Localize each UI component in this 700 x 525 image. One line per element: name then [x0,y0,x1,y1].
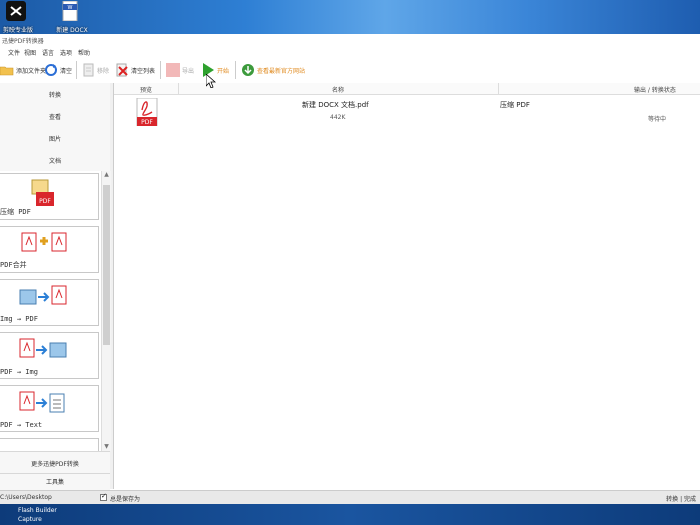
toolbox-tab[interactable]: 工具集 [0,473,110,490]
scrollbar-thumb[interactable] [103,185,110,345]
svg-text:PDF: PDF [141,119,153,126]
conversion-status: 等待中 [648,116,667,123]
save-option-checkbox[interactable] [100,492,107,501]
menu-file[interactable]: 文件 [8,48,20,57]
tool-image-to-pdf[interactable]: Img → PDF [0,279,99,326]
tool-label: PDF → Img [0,368,38,376]
menu-language[interactable]: 语言 [42,48,54,57]
sidebar-category-image[interactable]: 图片 [0,127,110,150]
menu-help[interactable]: 帮助 [78,48,90,57]
pdf-to-text-icon [19,391,65,413]
globe-download-icon [242,64,254,76]
table-row[interactable]: PDF 新建 DOCX 文档.pdf 442K 压缩 PDF 等待中 [114,95,700,127]
tool-label: 压缩 PDF [0,208,31,216]
title-bar: 迅捷PDF转换器 [0,34,700,46]
category-label: 转换 [48,92,61,99]
tool-compress-pdf[interactable]: PDF 压缩 PDF [0,173,99,220]
sidebar-category-convert[interactable]: 转换 [0,83,110,106]
tool-pdf-to-text[interactable]: PDF → Text [0,385,99,432]
column-separator[interactable] [498,83,499,94]
status-bar: C:\Users\Desktop 总是保存为 转换 | 完成 [0,490,700,505]
compress-pdf-icon: PDF [31,179,54,206]
clear-list-button[interactable]: 清空列表 [115,60,155,80]
column-header-name[interactable]: 名称 [332,85,344,94]
sidebar-category-view[interactable]: 查看 [0,105,110,128]
menu-bar: 文件 视图 语言 选项 帮助 [0,46,700,57]
add-folder-button[interactable]: 添加文件夹 [0,60,46,80]
merge-pdf-icon [21,232,67,252]
word-document-icon: W [62,1,78,21]
mouse-cursor-icon [206,74,216,88]
category-label: 查看 [48,114,61,121]
tool-label: Img → PDF [0,315,38,323]
remove-button[interactable]: 移除 [81,60,109,80]
delete-x-icon [116,63,128,77]
more-tools-link[interactable]: 更多迅捷PDF转换 [0,451,110,474]
desktop-taskbar-area: Flash Builder Capture [0,504,700,525]
capcut-icon [6,1,26,21]
desktop-background: 剪映专业版 W 新建 DOCX [0,0,700,34]
category-label: 图片 [48,136,61,143]
file-size: 442K [330,114,346,121]
toolbar-separator [160,61,161,79]
more-tools-label: 更多迅捷PDF转换 [31,461,79,468]
toolbar-separator [235,61,236,79]
desktop-icon-capcut[interactable]: 剪映专业版 [0,0,34,34]
column-separator[interactable] [178,83,179,94]
menu-options[interactable]: 选项 [60,48,72,57]
svg-text:PDF: PDF [39,198,51,205]
tool-merge-pdf[interactable]: PDF合并 [0,226,99,273]
operation-type: 压缩 PDF [500,101,530,109]
clear-button[interactable]: 清空 [44,60,72,80]
sidebar-category-document[interactable]: 文档 [0,149,110,172]
tool-label: PDF合并 [0,261,27,269]
export-icon [166,63,180,77]
file-list: 预览 名称 输出 / 转换状态 PDF 新建 DOCX 文档.pdf 442K … [114,83,700,489]
desktop-icon-word-doc[interactable]: W 新建 DOCX [54,0,88,34]
tool-pdf-to-image[interactable]: PDF → Img [0,332,99,379]
image-to-pdf-icon [19,285,67,305]
start-label: 开始 [217,67,230,75]
clear-list-label: 清空列表 [131,67,156,75]
folder-icon [0,66,14,76]
toolbar: 添加文件夹 清空 移除 清空列表 导出 开始 查看最新官方网站 [0,57,700,84]
desktop-icon-label: 新建 DOCX [56,27,88,34]
category-label: 文档 [48,158,61,165]
column-header-preview[interactable]: 预览 [140,85,152,94]
column-header-status[interactable]: 输出 / 转换状态 [634,85,676,94]
taskbar-item[interactable]: Capture [18,516,42,523]
taskbar-item[interactable]: Flash Builder [18,507,57,514]
file-name: 新建 DOCX 文档.pdf [302,101,369,109]
save-option-label: 总是保存为 [110,496,141,503]
tool-partial[interactable] [0,438,99,451]
add-folder-label: 添加文件夹 [16,67,47,75]
status-summary: 转换 | 完成 [666,496,696,503]
remove-label: 移除 [97,67,110,75]
svg-text:W: W [68,5,73,11]
sidebar: 转换 查看 图片 文档 PDF 压缩 PDF PDF合并 Img → PDF P… [0,83,114,490]
pdf-to-image-icon [19,338,67,358]
desktop-icon-label: 剪映专业版 [2,27,33,34]
scroll-down-arrow-icon[interactable]: ▼ [103,443,110,451]
download-latest-label: 查看最新官方网站 [257,67,306,75]
download-latest-button[interactable]: 查看最新官方网站 [241,60,305,80]
output-path[interactable]: C:\Users\Desktop [0,494,52,501]
menu-view[interactable]: 视图 [24,48,36,57]
tools-panel: PDF 压缩 PDF PDF合并 Img → PDF PDF → Img PDF… [0,171,110,451]
toolbox-label: 工具集 [45,479,64,486]
pdf-file-icon: PDF [136,98,158,126]
clear-label: 清空 [60,67,73,75]
toolbar-separator [76,61,77,79]
tool-label: PDF → Text [0,421,43,429]
refresh-icon [45,64,57,76]
export-button[interactable]: 导出 [166,60,194,80]
export-label: 导出 [182,67,195,75]
scroll-up-arrow-icon[interactable]: ▲ [103,171,110,179]
window-title: 迅捷PDF转换器 [2,38,44,45]
app-window: 迅捷PDF转换器 文件 视图 语言 选项 帮助 添加文件夹 清空 移除 清空列表… [0,34,700,505]
document-remove-icon [83,63,94,77]
table-header: 预览 名称 输出 / 转换状态 [114,83,700,95]
sidebar-scrollbar[interactable]: ▲ ▼ [101,171,111,451]
